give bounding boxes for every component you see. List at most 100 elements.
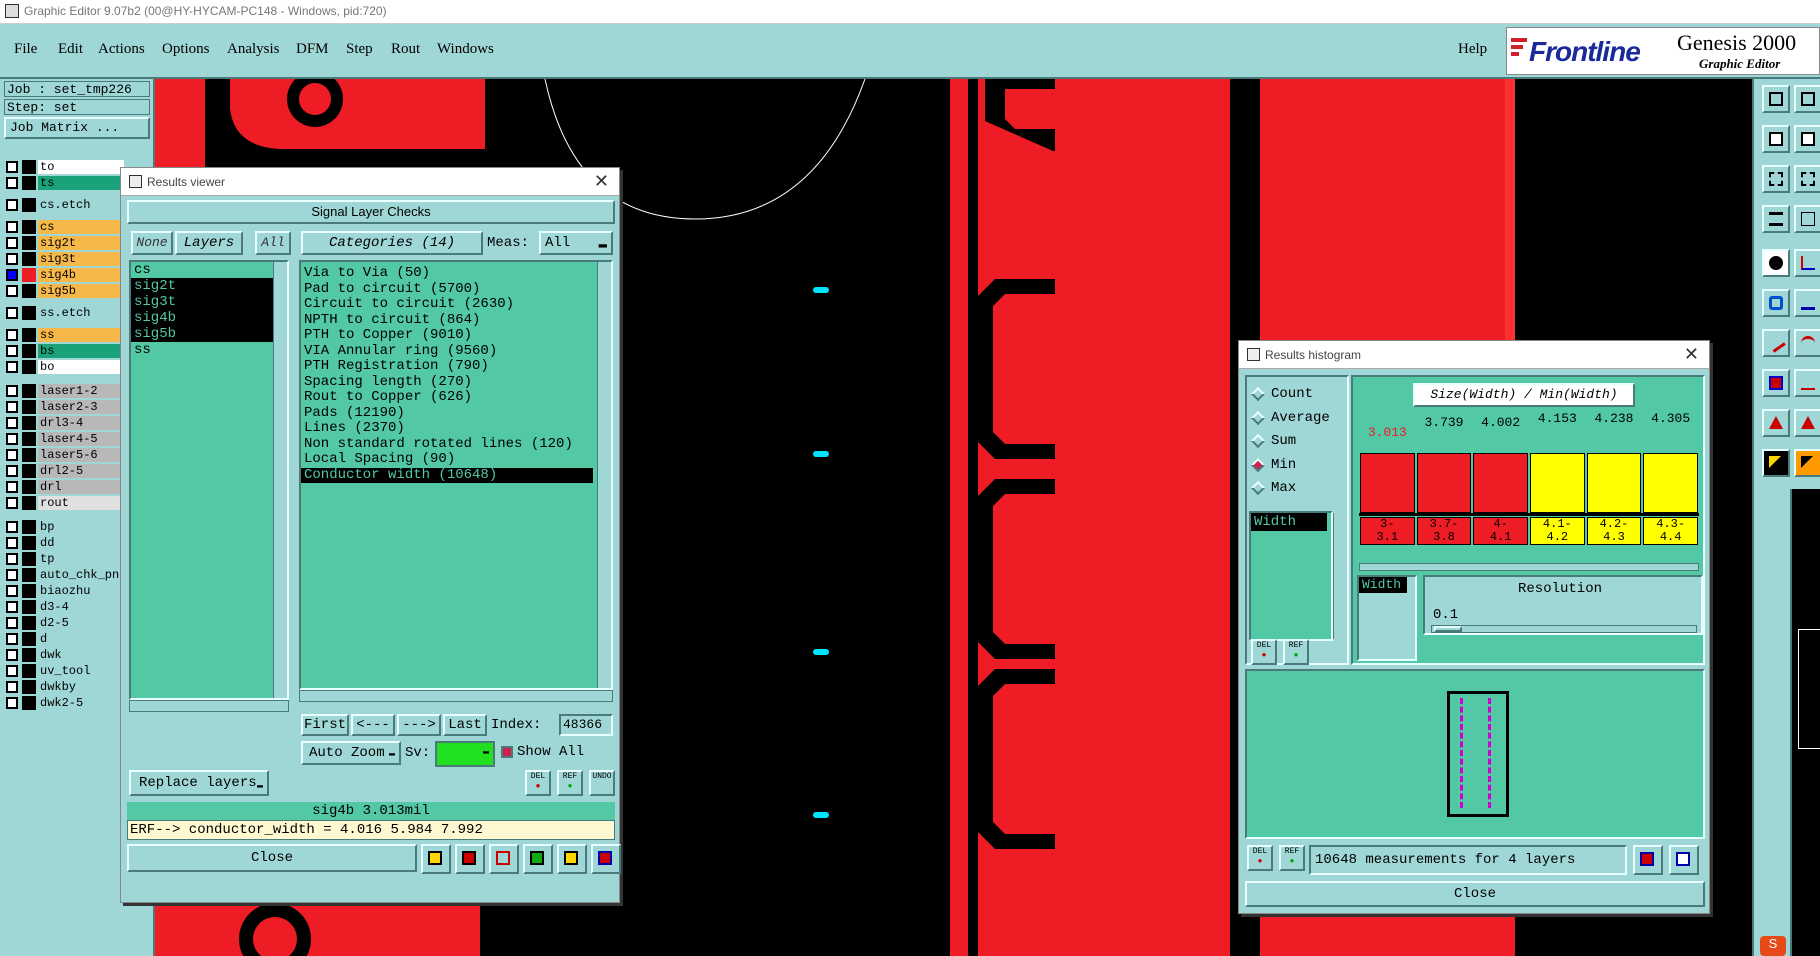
layer-toggle-checkbox[interactable]: [6, 344, 18, 357]
menu-actions[interactable]: Actions: [98, 41, 145, 58]
layer-affected-marker[interactable]: [22, 383, 36, 398]
layer-toggle-checkbox[interactable]: [6, 432, 18, 445]
close-icon[interactable]: ✕: [594, 171, 609, 192]
measure-list[interactable]: Width: [1249, 511, 1333, 641]
layer-toggle-checkbox[interactable]: [6, 284, 18, 297]
chart-hscrollbar[interactable]: [1359, 563, 1699, 571]
layer-row-bs[interactable]: bs: [6, 343, 124, 358]
layer-affected-marker[interactable]: [22, 219, 36, 234]
tool-pad-icon[interactable]: [1762, 369, 1790, 397]
layer-name[interactable]: rout: [38, 495, 124, 510]
layer-list-item[interactable]: cs: [131, 262, 273, 278]
layer-affected-marker[interactable]: [22, 267, 36, 282]
hist-preview-ref-button[interactable]: REF ●: [1279, 845, 1305, 871]
layer-affected-marker[interactable]: [22, 359, 36, 374]
layer-row-sig2t[interactable]: sig2t: [6, 235, 124, 250]
tool-pan-icon[interactable]: [1794, 85, 1820, 113]
zoom-to-layer-icon[interactable]: [1669, 845, 1699, 875]
menu-dfm[interactable]: DFM: [296, 41, 329, 58]
tool-zoom-out-icon[interactable]: [1794, 125, 1820, 153]
hist-ref-button[interactable]: REF ●: [1283, 639, 1309, 665]
last-button[interactable]: Last: [443, 714, 487, 736]
option-count-radio[interactable]: Count: [1250, 383, 1313, 405]
layer-toggle-checkbox[interactable]: [6, 236, 18, 249]
layer-name[interactable]: laser1-2: [38, 383, 124, 398]
input-method-icon[interactable]: S: [1760, 936, 1786, 956]
layer-toggle-checkbox[interactable]: [6, 328, 18, 341]
layer-name[interactable]: ss: [38, 327, 124, 342]
layer-name[interactable]: drl2-5: [38, 463, 124, 478]
layer-list-item[interactable]: sig4b: [131, 310, 273, 326]
layer-row-drl[interactable]: drl: [6, 479, 124, 494]
layer-name[interactable]: dwk: [38, 647, 124, 662]
layer-toggle-checkbox[interactable]: [6, 600, 18, 613]
layer-row-drl3-4[interactable]: drl3-4: [6, 415, 124, 430]
tool-layer-stack-icon[interactable]: [1762, 205, 1790, 233]
category-item[interactable]: Non standard rotated lines (120): [301, 436, 593, 453]
layers-button[interactable]: Layers: [175, 231, 243, 255]
signal-layer-checks-header[interactable]: Signal Layer Checks: [127, 200, 615, 224]
layer-name[interactable]: sig5b: [38, 283, 124, 298]
layer-name[interactable]: ts: [38, 175, 124, 190]
layer-name[interactable]: dwkby: [38, 679, 124, 694]
layer-toggle-checkbox[interactable]: [6, 536, 18, 549]
layer-name[interactable]: ss.etch: [38, 305, 124, 320]
layer-affected-marker[interactable]: [22, 327, 36, 342]
layer-affected-marker[interactable]: [22, 251, 36, 266]
layer-affected-marker[interactable]: [22, 567, 36, 582]
layer-row-bo[interactable]: bo: [6, 359, 124, 374]
hist-preview-del-button[interactable]: DEL ●: [1247, 845, 1273, 871]
layer-name[interactable]: uv_tool: [38, 663, 124, 678]
tool-line-icon[interactable]: [1762, 329, 1790, 357]
layer-toggle-checkbox[interactable]: [6, 306, 18, 319]
export-icon[interactable]: [523, 844, 553, 874]
option-average-radio[interactable]: Average: [1250, 407, 1330, 429]
layer-affected-marker[interactable]: [22, 535, 36, 550]
layer-name[interactable]: bo: [38, 359, 124, 374]
chart-title[interactable]: Size(Width) / Min(Width): [1413, 383, 1635, 407]
report-icon[interactable]: [557, 844, 587, 874]
layer-row-tp[interactable]: tp: [6, 551, 124, 566]
layer-affected-marker[interactable]: [22, 431, 36, 446]
layer-toggle-checkbox[interactable]: [6, 664, 18, 677]
measure-list-scrollbar[interactable]: [1333, 513, 1347, 639]
results-viewer-titlebar[interactable]: Results viewer ✕: [121, 168, 619, 196]
histogram-icon[interactable]: [591, 844, 621, 874]
layer-toggle-checkbox[interactable]: [6, 220, 18, 233]
layer-name[interactable]: laser5-6: [38, 447, 124, 462]
layer-row-to[interactable]: to: [6, 159, 124, 174]
layer-row-cs.etch[interactable]: cs.etch: [6, 197, 124, 212]
layer-name[interactable]: tp: [38, 551, 124, 566]
layer-toggle-checkbox[interactable]: [6, 480, 18, 493]
first-button[interactable]: First: [301, 714, 349, 736]
layer-list-hscrollbar[interactable]: [129, 700, 289, 712]
layer-row-d[interactable]: d: [6, 631, 124, 646]
layer-list-item[interactable]: sig2t: [131, 278, 273, 294]
tool-fit-icon[interactable]: [1762, 165, 1790, 193]
layer-row-sig5b[interactable]: sig5b: [6, 283, 124, 298]
next-button[interactable]: --->: [397, 714, 441, 736]
layer-name[interactable]: drl3-4: [38, 415, 124, 430]
layer-name[interactable]: cs.etch: [38, 197, 124, 212]
layer-row-biaozhu[interactable]: biaozhu: [6, 583, 124, 598]
prev-button[interactable]: <---: [351, 714, 395, 736]
layer-row-dwk2-5[interactable]: dwk2-5: [6, 695, 124, 710]
none-button[interactable]: None: [131, 231, 173, 255]
layer-row-laser5-6[interactable]: laser5-6: [6, 447, 124, 462]
layer-row-d2-5[interactable]: d2-5: [6, 615, 124, 630]
tool-zoom-in-icon[interactable]: [1762, 125, 1790, 153]
layer-affected-marker[interactable]: [22, 447, 36, 462]
layer-toggle-checkbox[interactable]: [6, 616, 18, 629]
layer-affected-marker[interactable]: [22, 679, 36, 694]
category-item[interactable]: Via to Via (50): [301, 265, 593, 282]
severity-color-dropdown[interactable]: ▬: [435, 741, 495, 767]
layer-toggle-checkbox[interactable]: [6, 568, 18, 581]
menu-file[interactable]: File: [14, 41, 37, 58]
tool-fit-all-icon[interactable]: [1794, 165, 1820, 193]
layer-name[interactable]: drl: [38, 479, 124, 494]
category-item[interactable]: Conductor width (10648): [301, 467, 593, 483]
layer-name[interactable]: biaozhu: [38, 583, 124, 598]
layer-name[interactable]: dd: [38, 535, 124, 550]
del-button[interactable]: DEL ●: [525, 770, 551, 796]
layer-row-sig4b[interactable]: sig4b: [6, 267, 124, 282]
